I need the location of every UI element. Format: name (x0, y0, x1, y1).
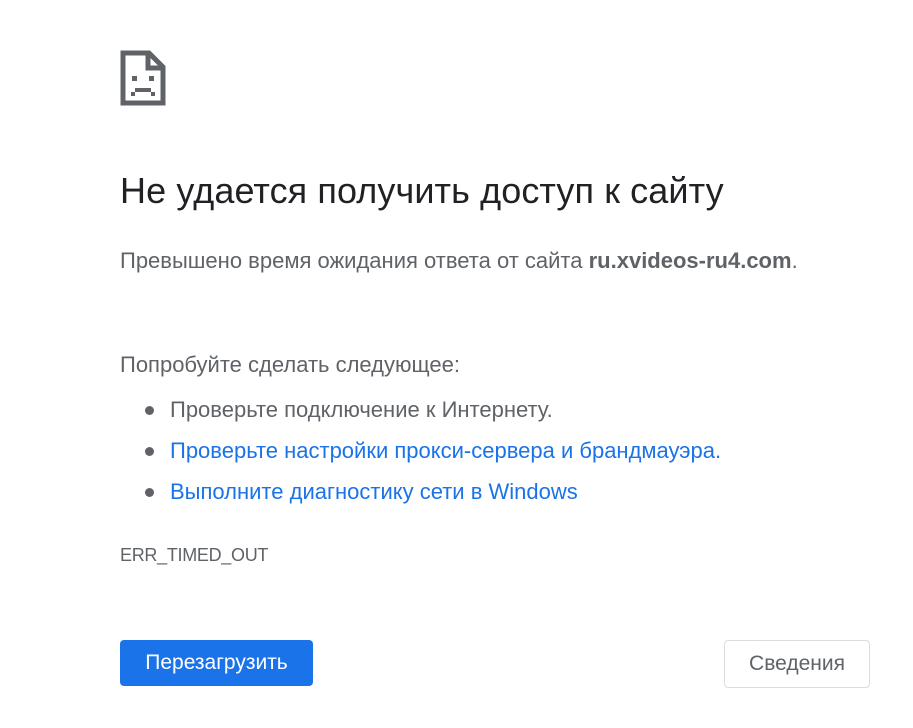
suggestion-check-proxy: Проверьте настройки прокси-сервера и бра… (120, 430, 721, 471)
host-name: ru.xvideos-ru4.com (588, 248, 792, 273)
details-button[interactable]: Сведения (724, 640, 870, 688)
summary-suffix: . (791, 248, 798, 273)
suggestions-heading: Попробуйте сделать следующее: (120, 352, 460, 377)
bullet-icon (145, 406, 154, 415)
page-title: Не удается получить доступ к сайту (120, 170, 724, 211)
suggestion-check-connection: Проверьте подключение к Интернету. (120, 389, 721, 430)
reload-button[interactable]: Перезагрузить (120, 640, 313, 686)
error-page: Не удается получить доступ к сайту Превы… (0, 0, 913, 728)
error-summary: Превышено время ожидания ответа от сайта… (120, 240, 810, 281)
network-diagnostics-link[interactable]: Выполните диагностику сети в Windows (170, 479, 578, 504)
suggestion-text: Проверьте подключение к Интернету. (170, 397, 553, 422)
summary-text: Превышено время ожидания ответа от сайта (120, 248, 589, 273)
bullet-icon (145, 488, 154, 497)
check-proxy-link[interactable]: Проверьте настройки прокси-сервера и бра… (170, 438, 721, 463)
error-code: ERR_TIMED_OUT (120, 545, 269, 565)
suggestion-run-diagnostics: Выполните диагностику сети в Windows (120, 471, 721, 512)
bullet-icon (145, 447, 154, 456)
suggestions-list: Проверьте подключение к Интернету. Прове… (120, 389, 721, 512)
sad-page-icon (120, 50, 166, 106)
